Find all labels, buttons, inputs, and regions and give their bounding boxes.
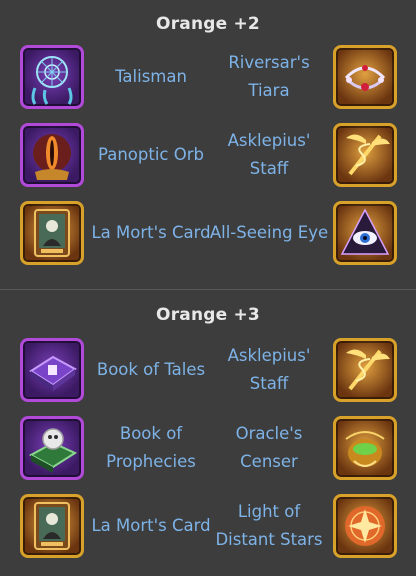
item-label: La Mort's Card — [91, 516, 211, 535]
item-label: Talisman — [115, 67, 187, 86]
item-label: Book of Tales — [96, 360, 206, 379]
all-seeing-eye-icon[interactable] — [333, 201, 397, 265]
item-row: Panoptic Orb Asklepius' Staff — [0, 123, 416, 193]
dreamcatcher-talisman-icon[interactable] — [20, 45, 84, 109]
book-of-tales-icon[interactable] — [20, 338, 84, 402]
item-label: Asklepius' Staff — [227, 346, 311, 393]
oracle-censer-icon[interactable] — [333, 416, 397, 480]
item-label: Riversar's Tiara — [228, 53, 310, 100]
item-row: La Mort's Card Light of Distant Stars — [0, 494, 416, 564]
item-label: La Mort's Card — [91, 223, 211, 242]
asklepius-staff-icon[interactable] — [333, 123, 397, 187]
item-row: Book of Tales Asklepius' Staff — [0, 338, 416, 408]
item-row: Book of Prophecies Oracle's Censer — [0, 416, 416, 486]
item-row: Talisman Riversar's Tiara — [0, 45, 416, 115]
la-mort-card-icon[interactable] — [20, 201, 84, 265]
item-label: Book of Prophecies — [106, 424, 196, 471]
section-title: Orange +2 — [156, 14, 260, 34]
la-mort-card-icon[interactable] — [20, 494, 84, 558]
tiara-icon[interactable] — [333, 45, 397, 109]
item-label: Panoptic Orb — [98, 145, 204, 164]
item-label: All-Seeing Eye — [209, 223, 329, 242]
item-label: Light of Distant Stars — [215, 502, 323, 549]
light-of-distant-stars-icon[interactable] — [333, 494, 397, 558]
section-divider — [0, 289, 416, 290]
panoptic-orb-icon[interactable] — [20, 123, 84, 187]
item-label: Oracle's Censer — [235, 424, 303, 471]
book-of-prophecies-icon[interactable] — [20, 416, 84, 480]
asklepius-staff-icon[interactable] — [333, 338, 397, 402]
section-title: Orange +3 — [156, 305, 260, 325]
item-row: La Mort's Card All-Seeing Eye — [0, 201, 416, 271]
item-label: Asklepius' Staff — [227, 131, 311, 178]
